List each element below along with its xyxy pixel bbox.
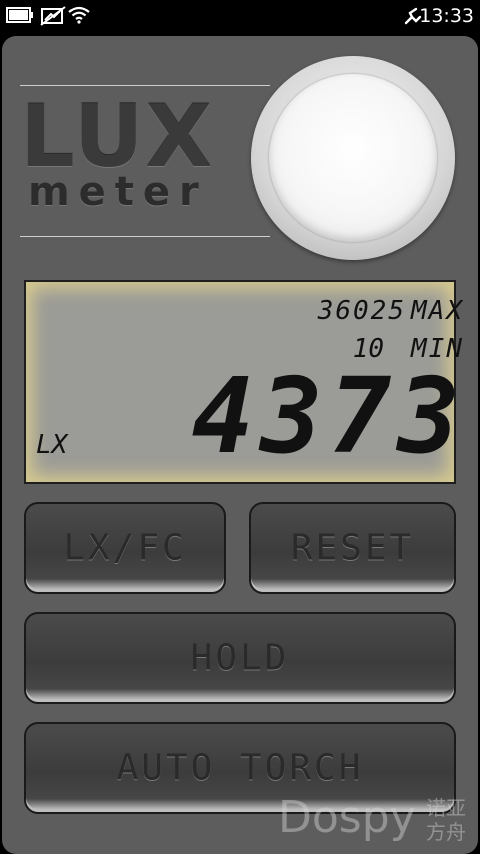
light-sensor-lens — [269, 74, 437, 242]
watermark-cjk: 诺亚 方舟 — [426, 796, 466, 844]
app-logo-meter: meter — [28, 169, 208, 215]
auto-torch-button-label: AUTO TORCH — [116, 747, 364, 789]
clock: 13:33 — [419, 5, 474, 27]
watermark-logo: Dospy — [278, 792, 416, 843]
lx-fc-button-label: LX/FC — [63, 527, 187, 569]
no-sim-icon — [40, 6, 66, 26]
logo-bottom-rule — [20, 236, 270, 237]
max-label: MAX — [411, 296, 464, 326]
lux-reading: 4373 — [191, 355, 466, 477]
watermark-cjk-line1: 诺亚 — [426, 796, 466, 820]
wifi-icon — [68, 6, 90, 24]
app-logo-lux: LUX — [20, 87, 214, 187]
unit-label: LX — [36, 430, 68, 460]
reset-button[interactable]: RESET — [249, 502, 456, 594]
hold-button-label: HOLD — [190, 637, 290, 679]
watermark-cjk-line2: 方舟 — [426, 820, 466, 844]
max-value: 36025 — [317, 296, 406, 326]
status-bar: 13:33 — [0, 0, 480, 34]
lx-fc-button[interactable]: LX/FC — [24, 502, 226, 594]
battery-icon — [6, 7, 33, 23]
hold-button[interactable]: HOLD — [24, 612, 456, 704]
reset-button-label: RESET — [290, 527, 415, 569]
light-sensor-button[interactable] — [251, 56, 455, 260]
logo-top-rule — [20, 85, 270, 86]
